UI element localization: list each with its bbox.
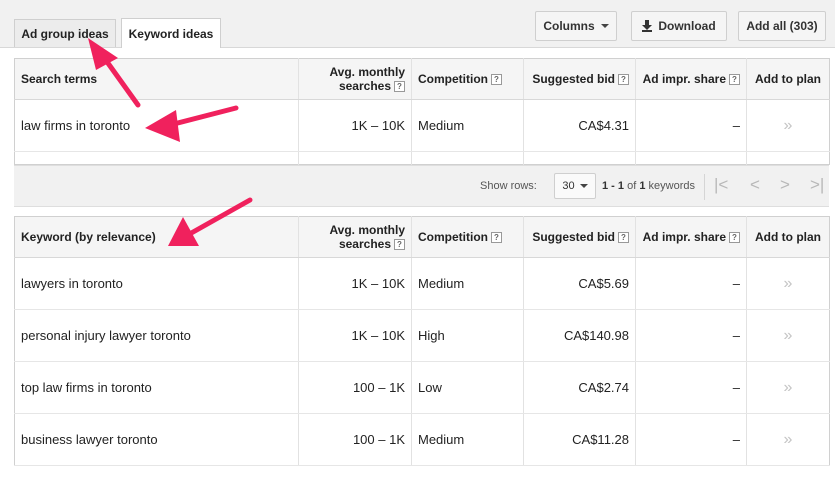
add-to-plan-cell: » [746, 257, 830, 310]
table-header-row: Search terms Avg. monthly searches? Comp… [14, 58, 830, 100]
search-terms-table: Search terms Avg. monthly searches? Comp… [14, 58, 830, 165]
avg-searches-cell: 1K – 10K [298, 99, 412, 152]
pagination-divider [704, 174, 705, 200]
suggested-bid-cell: CA$11.28 [523, 413, 636, 466]
table-row: personal injury lawyer toronto 1K – 10K … [14, 309, 830, 362]
keyword-cell: lawyers in toronto [14, 257, 299, 310]
download-button[interactable]: Download [631, 11, 727, 41]
add-to-plan-cell: » [746, 99, 830, 152]
competition-cell: Medium [411, 413, 524, 466]
pagination-bar: Show rows: 30 1 - 1 of 1 keywords |< < >… [14, 165, 829, 207]
add-all-label: Add all (303) [746, 19, 818, 33]
impr-share-cell: – [635, 361, 747, 414]
download-label: Download [658, 19, 716, 33]
suggested-bid-cell: CA$140.98 [523, 309, 636, 362]
rows-per-page-select[interactable]: 30 [554, 173, 596, 199]
column-header-avg-monthly-searches[interactable]: Avg. monthly searches? [298, 216, 412, 258]
impr-share-cell: – [635, 257, 747, 310]
table-row: lawyers in toronto 1K – 10K Medium CA$5.… [14, 257, 830, 310]
add-to-plan-icon[interactable]: » [784, 117, 793, 134]
avg-searches-cell: 1K – 10K [298, 309, 412, 362]
add-to-plan-icon[interactable]: » [784, 275, 793, 292]
first-page-icon[interactable]: |< [714, 175, 728, 195]
help-icon[interactable]: ? [394, 239, 405, 251]
competition-cell: Medium [411, 257, 524, 310]
columns-button[interactable]: Columns [535, 11, 617, 41]
tab-bar: Ad group ideas Keyword ideas Columns Dow… [0, 0, 835, 48]
next-page-icon[interactable]: > [780, 175, 790, 195]
avg-searches-cell: 100 – 1K [298, 413, 412, 466]
column-header-search-terms[interactable]: Search terms [14, 58, 299, 100]
help-icon[interactable]: ? [729, 74, 740, 86]
pagination-range: 1 - 1 of 1 keywords [602, 180, 695, 192]
avg-searches-cell: 1K – 10K [298, 257, 412, 310]
help-icon[interactable]: ? [729, 232, 740, 244]
add-to-plan-cell: » [746, 309, 830, 362]
help-icon[interactable]: ? [394, 81, 405, 93]
column-header-avg-monthly-searches[interactable]: Avg. monthly searches? [298, 58, 412, 100]
column-header-ad-impr-share[interactable]: Ad impr. share? [635, 58, 747, 100]
rows-per-page-value: 30 [562, 180, 575, 192]
impr-share-cell: – [635, 309, 747, 362]
table-row: business lawyer toronto 100 – 1K Medium … [14, 413, 830, 466]
column-header-competition[interactable]: Competition? [411, 216, 524, 258]
competition-cell: Low [411, 361, 524, 414]
table-row: law firms in toronto 1K – 10K Medium CA$… [14, 99, 830, 152]
column-header-competition[interactable]: Competition? [411, 58, 524, 100]
competition-cell: Medium [411, 99, 524, 152]
columns-label: Columns [543, 19, 595, 33]
tab-ad-group-ideas[interactable]: Ad group ideas [14, 19, 116, 47]
keyword-ideas-table: Keyword (by relevance) Avg. monthly sear… [14, 216, 830, 466]
help-icon[interactable]: ? [491, 74, 502, 86]
add-to-plan-cell: » [746, 413, 830, 466]
column-header-add-to-plan: Add to plan [746, 58, 830, 100]
search-term-cell: law firms in toronto [14, 99, 299, 152]
column-header-suggested-bid[interactable]: Suggested bid? [523, 58, 636, 100]
keyword-cell: personal injury lawyer toronto [14, 309, 299, 362]
show-rows-label: Show rows: [480, 180, 537, 192]
chevron-down-icon [600, 24, 609, 28]
keyword-cell: top law firms in toronto [14, 361, 299, 414]
impr-share-cell: – [635, 413, 747, 466]
suggested-bid-cell: CA$4.31 [523, 99, 636, 152]
last-page-icon[interactable]: >| [810, 175, 824, 195]
impr-share-cell: – [635, 99, 747, 152]
column-header-ad-impr-share[interactable]: Ad impr. share? [635, 216, 747, 258]
table-row: top law firms in toronto 100 – 1K Low CA… [14, 361, 830, 414]
add-all-button[interactable]: Add all (303) [738, 11, 826, 41]
help-icon[interactable]: ? [618, 74, 629, 86]
add-to-plan-icon[interactable]: » [784, 379, 793, 396]
tab-keyword-ideas[interactable]: Keyword ideas [121, 18, 221, 48]
avg-searches-cell: 100 – 1K [298, 361, 412, 414]
add-to-plan-cell: » [746, 361, 830, 414]
previous-page-icon[interactable]: < [750, 175, 760, 195]
add-to-plan-icon[interactable]: » [784, 327, 793, 344]
help-icon[interactable]: ? [618, 232, 629, 244]
competition-cell: High [411, 309, 524, 362]
table-header-row: Keyword (by relevance) Avg. monthly sear… [14, 216, 830, 258]
column-header-suggested-bid[interactable]: Suggested bid? [523, 216, 636, 258]
table-spacer-row [14, 151, 830, 165]
download-icon [642, 20, 653, 32]
add-to-plan-icon[interactable]: » [784, 431, 793, 448]
help-icon[interactable]: ? [491, 232, 502, 244]
chevron-down-icon [579, 184, 588, 188]
suggested-bid-cell: CA$2.74 [523, 361, 636, 414]
keyword-cell: business lawyer toronto [14, 413, 299, 466]
column-header-keyword[interactable]: Keyword (by relevance) [14, 216, 299, 258]
column-header-add-to-plan: Add to plan [746, 216, 830, 258]
suggested-bid-cell: CA$5.69 [523, 257, 636, 310]
